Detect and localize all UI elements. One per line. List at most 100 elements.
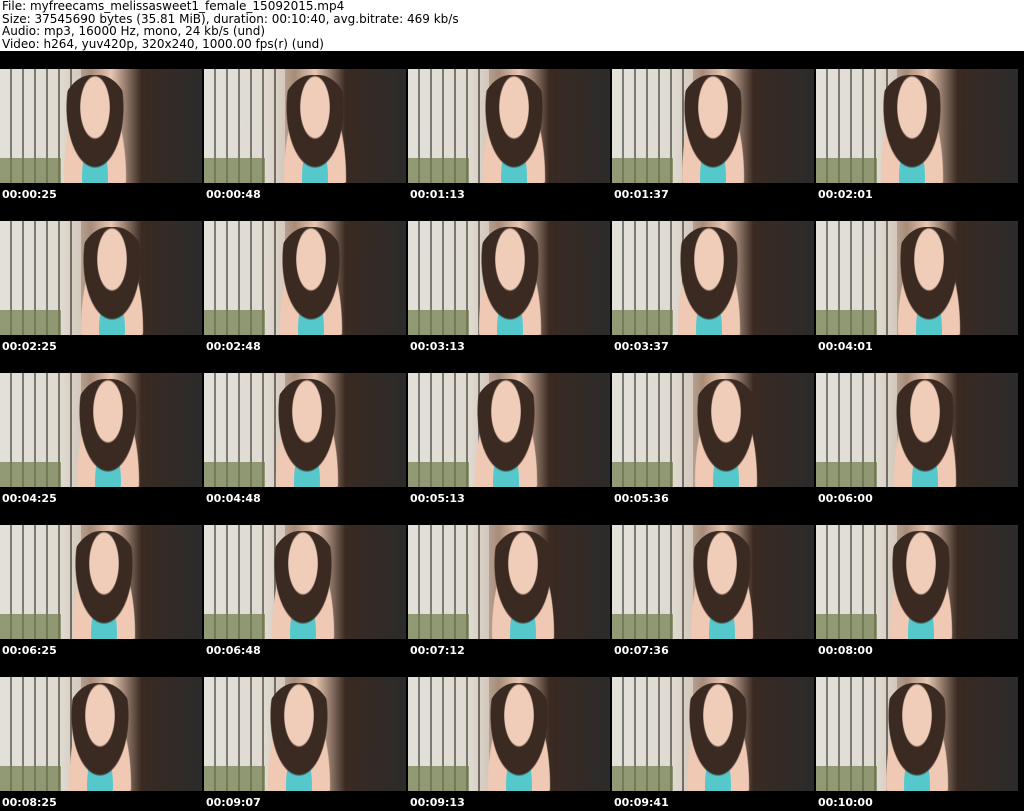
video-frame-thumbnail bbox=[204, 677, 406, 791]
background-floor bbox=[612, 613, 673, 639]
thumbnail-cell[interactable]: 00:09:13 bbox=[408, 659, 610, 811]
video-frame-thumbnail bbox=[408, 677, 610, 791]
thumbnail-cell[interactable]: 00:00:48 bbox=[204, 51, 406, 203]
thumbnail-cell[interactable]: 00:08:25 bbox=[0, 659, 202, 811]
video-frame-thumbnail bbox=[612, 221, 814, 335]
thumbnail-cell[interactable]: 00:04:48 bbox=[204, 355, 406, 507]
person-figure bbox=[63, 682, 137, 791]
thumbnail-cell[interactable]: 00:04:01 bbox=[816, 203, 1018, 355]
video-frame-thumbnail bbox=[612, 677, 814, 791]
thumbnail-cell[interactable]: 00:06:00 bbox=[816, 355, 1018, 507]
thumbnail-cell[interactable]: 00:01:13 bbox=[408, 51, 610, 203]
timestamp-label: 00:00:48 bbox=[206, 188, 261, 201]
thumbnail-cell[interactable]: 00:00:25 bbox=[0, 51, 202, 203]
video-frame-thumbnail bbox=[0, 221, 202, 335]
timestamp-label: 00:06:48 bbox=[206, 644, 261, 657]
background-floor bbox=[0, 765, 61, 791]
timestamp-label: 00:09:07 bbox=[206, 796, 261, 809]
timestamp-label: 00:05:13 bbox=[410, 492, 465, 505]
timestamp-label: 00:02:25 bbox=[2, 340, 57, 353]
video-frame-thumbnail bbox=[408, 525, 610, 639]
background-floor bbox=[204, 765, 265, 791]
thumbnail-cell[interactable]: 00:07:36 bbox=[612, 507, 814, 659]
thumbnail-cell[interactable]: 00:05:36 bbox=[612, 355, 814, 507]
video-frame-thumbnail bbox=[816, 525, 1018, 639]
video-frame-thumbnail bbox=[612, 373, 814, 487]
timestamp-label: 00:08:00 bbox=[818, 644, 873, 657]
background-floor bbox=[816, 765, 877, 791]
background-floor bbox=[408, 461, 469, 487]
timestamp-label: 00:07:36 bbox=[614, 644, 669, 657]
person-figure bbox=[274, 226, 348, 335]
video-frame-thumbnail bbox=[408, 373, 610, 487]
background-floor bbox=[612, 157, 673, 183]
background-floor bbox=[204, 157, 265, 183]
timestamp-label: 00:10:00 bbox=[818, 796, 873, 809]
timestamp-label: 00:06:00 bbox=[818, 492, 873, 505]
person-figure bbox=[270, 378, 344, 487]
thumbnail-cell[interactable]: 00:03:13 bbox=[408, 203, 610, 355]
person-figure bbox=[477, 74, 551, 183]
person-figure bbox=[884, 530, 958, 639]
person-figure bbox=[676, 74, 750, 183]
background-floor bbox=[816, 157, 877, 183]
person-figure bbox=[875, 74, 949, 183]
thumbnail-grid: 00:00:25 00:00:48 00:01:13 00:01:37 00:02:01… bbox=[0, 51, 1024, 811]
person-figure bbox=[689, 378, 763, 487]
background-floor bbox=[612, 461, 673, 487]
timestamp-label: 00:09:13 bbox=[410, 796, 465, 809]
video-frame-thumbnail bbox=[204, 525, 406, 639]
background-floor bbox=[408, 613, 469, 639]
video-frame-thumbnail bbox=[408, 221, 610, 335]
thumbnail-cell[interactable]: 00:10:00 bbox=[816, 659, 1018, 811]
thumbnail-cell[interactable]: 00:05:13 bbox=[408, 355, 610, 507]
timestamp-label: 00:02:48 bbox=[206, 340, 261, 353]
person-figure bbox=[58, 74, 132, 183]
background-floor bbox=[0, 461, 61, 487]
thumbnail-cell[interactable]: 00:04:25 bbox=[0, 355, 202, 507]
thumbnail-cell[interactable]: 00:08:00 bbox=[816, 507, 1018, 659]
background-floor bbox=[612, 765, 673, 791]
thumbnail-cell[interactable]: 00:02:48 bbox=[204, 203, 406, 355]
background-floor bbox=[612, 309, 673, 335]
timestamp-label: 00:04:01 bbox=[818, 340, 873, 353]
person-figure bbox=[892, 226, 966, 335]
video-frame-thumbnail bbox=[0, 373, 202, 487]
background-floor bbox=[408, 765, 469, 791]
thumbnail-cell[interactable]: 00:06:48 bbox=[204, 507, 406, 659]
person-figure bbox=[469, 378, 543, 487]
audio-line: Audio: mp3, 16000 Hz, mono, 24 kb/s (und… bbox=[2, 24, 266, 38]
thumbnail-cell[interactable]: 00:02:01 bbox=[816, 51, 1018, 203]
person-figure bbox=[266, 530, 340, 639]
timestamp-label: 00:00:25 bbox=[2, 188, 57, 201]
background-floor bbox=[204, 309, 265, 335]
person-figure bbox=[71, 378, 145, 487]
video-frame-thumbnail bbox=[0, 677, 202, 791]
thumbnail-cell[interactable]: 00:06:25 bbox=[0, 507, 202, 659]
thumbnail-cell[interactable]: 00:01:37 bbox=[612, 51, 814, 203]
thumbnail-cell[interactable]: 00:09:41 bbox=[612, 659, 814, 811]
background-floor bbox=[408, 309, 469, 335]
timestamp-label: 00:07:12 bbox=[410, 644, 465, 657]
timestamp-label: 00:08:25 bbox=[2, 796, 57, 809]
video-frame-thumbnail bbox=[204, 373, 406, 487]
background-floor bbox=[204, 613, 265, 639]
timestamp-label: 00:03:37 bbox=[614, 340, 669, 353]
timestamp-label: 00:02:01 bbox=[818, 188, 873, 201]
timestamp-label: 00:06:25 bbox=[2, 644, 57, 657]
person-figure bbox=[482, 682, 556, 791]
timestamp-label: 00:05:36 bbox=[614, 492, 669, 505]
timestamp-label: 00:09:41 bbox=[614, 796, 669, 809]
thumbnail-cell[interactable]: 00:07:12 bbox=[408, 507, 610, 659]
thumbnail-cell[interactable]: 00:03:37 bbox=[612, 203, 814, 355]
video-frame-thumbnail bbox=[408, 69, 610, 183]
person-figure bbox=[685, 530, 759, 639]
background-floor bbox=[816, 613, 877, 639]
thumbnail-cell[interactable]: 00:02:25 bbox=[0, 203, 202, 355]
timestamp-label: 00:01:37 bbox=[614, 188, 669, 201]
timestamp-label: 00:04:48 bbox=[206, 492, 261, 505]
thumbnail-cell[interactable]: 00:09:07 bbox=[204, 659, 406, 811]
person-figure bbox=[278, 74, 352, 183]
video-frame-thumbnail bbox=[612, 525, 814, 639]
video-frame-thumbnail bbox=[816, 373, 1018, 487]
